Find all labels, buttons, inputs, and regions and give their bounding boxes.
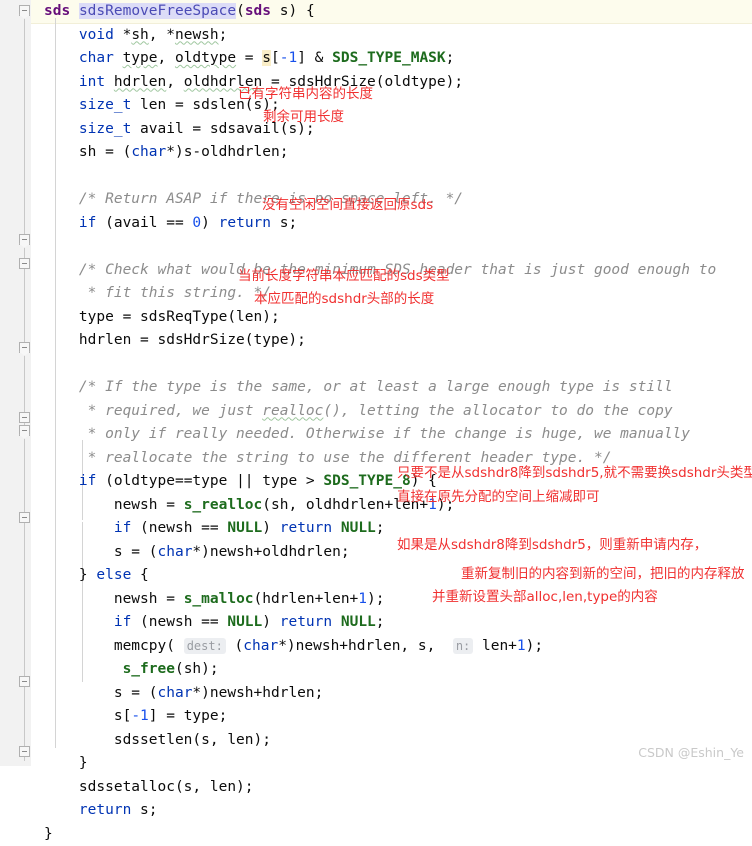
- code-line-7[interactable]: sh = (char*)s-oldhdrlen;: [0, 141, 752, 165]
- code-line-text: * only if really needed. Otherwise if th…: [44, 423, 690, 447]
- annotation-9: 重新复制旧的内容到新的空间，把旧的内存释放: [461, 565, 745, 583]
- code-line-15[interactable]: hdrlen = sdsHdrSize(type);: [0, 329, 752, 353]
- annotation-1: 已有字符串内容的长度: [238, 85, 373, 103]
- code-line-text: s = (char*)newsh+hdrlen;: [44, 682, 323, 706]
- code-line-text: sdssetlen(s, len);: [44, 729, 271, 753]
- code-line-3[interactable]: char type, oldtype = s[-1] & SDS_TYPE_MA…: [0, 47, 752, 71]
- code-line-text: hdrlen = sdsHdrSize(type);: [44, 329, 306, 353]
- code-line-text: /* If the type is the same, or at least …: [44, 376, 673, 400]
- parameter-hint-dest: dest:: [184, 638, 226, 654]
- code-line-text: * required, we just realloc(), letting t…: [44, 400, 673, 424]
- code-line-4[interactable]: int hdrlen, oldhdrlen = sdsHdrSize(oldty…: [0, 71, 752, 95]
- code-line-34[interactable]: sdssetalloc(s, len);: [0, 776, 752, 800]
- code-line-text: return s;: [44, 799, 158, 823]
- annotation-4: 当前长度字符串本应匹配的sds类型: [238, 267, 450, 285]
- code-line-text: memcpy( dest: (char*)newsh+hdrlen, s, n:…: [44, 635, 543, 659]
- code-line-text: s[-1] = type;: [44, 705, 227, 729]
- code-line-22[interactable]: newsh = s_realloc(sh, oldhdrlen+len+1);: [0, 494, 752, 518]
- code-line-text: } else {: [44, 564, 149, 588]
- annotation-5: 本应匹配的sdshdr头部的长度: [254, 290, 434, 308]
- code-line-text: * fit this string. */: [44, 282, 271, 306]
- code-content[interactable]: sds sdsRemoveFreeSpace(sds s) { void *sh…: [0, 0, 752, 766]
- watermark: CSDN @Eshin_Ye: [638, 745, 744, 760]
- code-line-text: void *sh, *newsh;: [44, 24, 227, 48]
- code-line-text: }: [44, 823, 53, 846]
- code-line-text: type = sdsReqType(len);: [44, 306, 280, 330]
- code-line-29[interactable]: s_free(sh);: [0, 658, 752, 682]
- code-line-5[interactable]: size_t len = sdslen(s);: [0, 94, 752, 118]
- code-line-10[interactable]: if (avail == 0) return s;: [0, 212, 752, 236]
- code-line-11[interactable]: [0, 235, 752, 259]
- annotation-2: 剩余可用长度: [263, 108, 344, 126]
- code-line-text: sh = (char*)s-oldhdrlen;: [44, 141, 288, 165]
- code-line-text: }: [44, 752, 88, 776]
- code-line-text: [44, 353, 53, 377]
- annotation-10: 并重新设置头部alloc,len,type的内容: [432, 588, 658, 606]
- code-line-35[interactable]: return s;: [0, 799, 752, 823]
- code-line-text: char type, oldtype = s[-1] & SDS_TYPE_MA…: [44, 47, 454, 71]
- code-line-text: if (newsh == NULL) return NULL;: [44, 611, 385, 635]
- code-line-30[interactable]: s = (char*)newsh+hdrlen;: [0, 682, 752, 706]
- code-line-text: sdssetalloc(s, len);: [44, 776, 254, 800]
- parameter-hint-n: n:: [453, 638, 473, 654]
- code-line-8[interactable]: [0, 165, 752, 189]
- annotation-6: 只要不是从sdshdr8降到sdshdr5,就不需要换sdshdr头类型,: [397, 464, 752, 482]
- code-line-6[interactable]: size_t avail = sdsavail(s);: [0, 118, 752, 142]
- code-line-31[interactable]: s[-1] = type;: [0, 705, 752, 729]
- annotation-3: 没有空闲空间直接返回原sds: [262, 196, 433, 214]
- code-line-text: s = (char*)newsh+oldhdrlen;: [44, 541, 350, 565]
- code-line-text: newsh = s_realloc(sh, oldhdrlen+len+1);: [44, 494, 454, 518]
- code-line-1[interactable]: sds sdsRemoveFreeSpace(sds s) {: [0, 0, 752, 24]
- code-line-text: s_free(sh);: [44, 658, 219, 682]
- code-line-text: if (newsh == NULL) return NULL;: [44, 517, 385, 541]
- code-line-17[interactable]: /* If the type is the same, or at least …: [0, 376, 752, 400]
- code-line-text: if (oldtype==type || type > SDS_TYPE_8) …: [44, 470, 437, 494]
- code-line-text: if (avail == 0) return s;: [44, 212, 297, 236]
- code-editor[interactable]: sds sdsRemoveFreeSpace(sds s) { void *sh…: [0, 0, 752, 766]
- code-line-16[interactable]: [0, 353, 752, 377]
- code-line-2[interactable]: void *sh, *newsh;: [0, 24, 752, 48]
- annotation-7: 直接在原先分配的空间上缩减即可: [397, 488, 600, 506]
- code-line-text: [44, 165, 53, 189]
- code-line-text: [44, 235, 53, 259]
- code-line-text: newsh = s_malloc(hdrlen+len+1);: [44, 588, 385, 612]
- code-line-18[interactable]: * required, we just realloc(), letting t…: [0, 400, 752, 424]
- code-line-14[interactable]: type = sdsReqType(len);: [0, 306, 752, 330]
- code-line-28[interactable]: memcpy( dest: (char*)newsh+hdrlen, s, n:…: [0, 635, 752, 659]
- code-line-text: sds sdsRemoveFreeSpace(sds s) {: [44, 0, 315, 24]
- annotation-8: 如果是从sdshdr8降到sdshdr5，则重新申请内存，: [397, 536, 707, 554]
- code-line-27[interactable]: if (newsh == NULL) return NULL;: [0, 611, 752, 635]
- code-line-36[interactable]: }: [0, 823, 752, 846]
- code-line-19[interactable]: * only if really needed. Otherwise if th…: [0, 423, 752, 447]
